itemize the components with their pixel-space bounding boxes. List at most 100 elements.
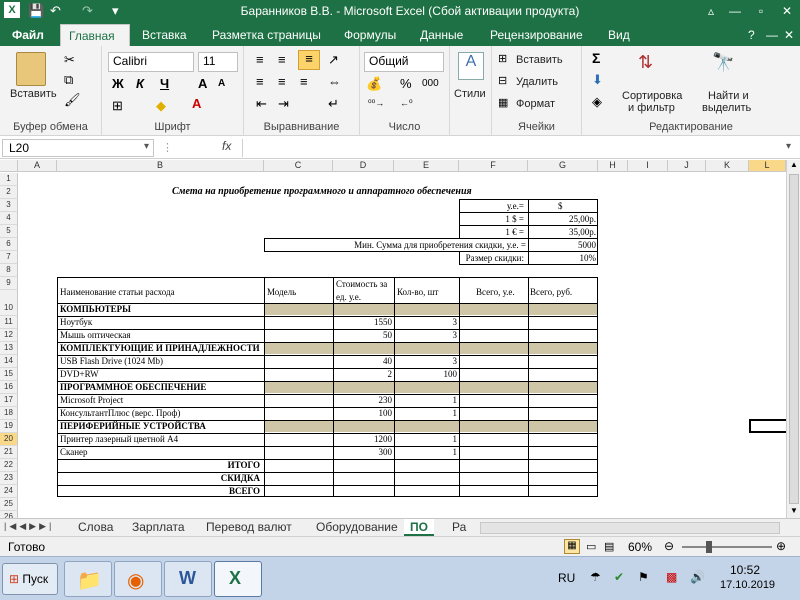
row-header[interactable]: 7 [0, 251, 18, 264]
paste-button[interactable]: Вставить [10, 88, 57, 100]
vertical-scrollbar[interactable]: ▲ ▼ [786, 160, 800, 518]
sheet-tab-software[interactable]: ПО [404, 519, 434, 536]
italic-button[interactable]: К [136, 76, 144, 91]
font-name-combo[interactable]: Calibri [108, 52, 194, 72]
zoom-in-icon[interactable]: ⊕ [776, 539, 786, 553]
insert-function-button[interactable]: fx [222, 139, 231, 153]
formula-input[interactable] [242, 139, 782, 157]
column-header[interactable]: B [57, 160, 264, 172]
sheet-nav-icons[interactable]: |◀◀▶▶| [4, 521, 54, 532]
cut-icon[interactable]: ✂ [64, 52, 75, 68]
fill-icon[interactable]: ⬇ [592, 72, 603, 88]
find-select-label-1[interactable]: Найти и [708, 90, 749, 102]
row-header[interactable]: 11 [0, 316, 18, 329]
row-header[interactable]: 26 [0, 511, 18, 518]
workbook-close-icon[interactable]: ✕ [776, 24, 800, 46]
row-header[interactable]: 25 [0, 498, 18, 511]
clear-icon[interactable]: ◈ [592, 94, 602, 110]
borders-icon[interactable]: ⊞ [112, 98, 123, 114]
row-header[interactable]: 3 [0, 199, 18, 212]
column-header[interactable]: A [18, 160, 57, 172]
row-header[interactable]: 1 [0, 173, 18, 186]
row-header[interactable]: 12 [0, 329, 18, 342]
tab-insert[interactable]: Вставка [134, 24, 195, 46]
zoom-slider-thumb[interactable] [706, 541, 712, 553]
grow-font-icon[interactable]: A [198, 76, 207, 91]
horizontal-scrollbar[interactable] [480, 522, 780, 534]
row-header[interactable]: 4 [0, 212, 18, 225]
tab-page-layout[interactable]: Разметка страницы [204, 24, 329, 46]
row-header[interactable]: 14 [0, 355, 18, 368]
orientation-icon[interactable]: ↗ [328, 52, 339, 68]
scroll-up-icon[interactable]: ▲ [790, 160, 798, 169]
scroll-thumb[interactable] [789, 174, 799, 504]
undo-icon[interactable]: ↶ [50, 3, 61, 19]
worksheet-grid[interactable]: ABCDEFGHIJKL 1 2 3 4 5 6 7 8 9 10 11 12 13 14 15 16 17 18… [0, 160, 786, 518]
currency-format-icon[interactable]: 💰 [366, 76, 382, 92]
name-box-dropdown-icon[interactable]: ▾ [144, 141, 149, 152]
merge-center-icon[interactable]: ⇔ [328, 74, 341, 89]
column-header[interactable]: D [333, 160, 394, 172]
row-header[interactable]: 18 [0, 407, 18, 420]
tray-security-icon[interactable]: ✔ [614, 570, 624, 584]
format-painter-icon[interactable]: 🖌 [64, 92, 81, 108]
row-header[interactable]: 8 [0, 264, 18, 277]
column-header[interactable]: E [394, 160, 459, 172]
row-header[interactable]: 24 [0, 485, 18, 498]
page-layout-view-icon[interactable]: ▭ [586, 540, 596, 553]
increase-indent-icon[interactable]: ⇥ [278, 96, 289, 112]
row-header[interactable]: 6 [0, 238, 18, 251]
taskbar-firefox[interactable]: ◉ [114, 561, 162, 597]
sheet-tab-words[interactable]: Слова [72, 519, 119, 536]
format-cells-button[interactable]: Формат [516, 98, 555, 110]
number-format-combo[interactable]: Общий [364, 52, 444, 72]
align-center-icon[interactable]: ≡ [278, 74, 286, 89]
tray-volume-icon[interactable]: 🔊 [690, 570, 705, 584]
column-header[interactable]: G [528, 160, 598, 172]
row-header[interactable]: 2 [0, 186, 18, 199]
selected-cell-l20[interactable] [749, 419, 786, 433]
sort-filter-label-1[interactable]: Сортировка [622, 90, 682, 102]
sheet-tab-equipment[interactable]: Оборудование [310, 519, 404, 536]
column-header[interactable]: K [706, 160, 749, 172]
align-left-icon[interactable]: ≡ [256, 74, 264, 89]
taskbar-excel[interactable]: X [214, 561, 262, 597]
restore-button[interactable]: ▫ [748, 0, 774, 22]
thousands-separator-button[interactable]: 000 [422, 78, 439, 89]
select-all-corner[interactable] [0, 160, 18, 172]
increase-decimal-icon[interactable]: ⁰⁰→ [368, 98, 384, 109]
column-header[interactable]: I [628, 160, 668, 172]
tray-app-icon[interactable]: ☂ [590, 570, 601, 584]
fill-color-icon[interactable]: ◆ [156, 98, 166, 114]
close-button[interactable]: ✕ [774, 0, 800, 22]
insert-cells-button[interactable]: Вставить [516, 54, 563, 66]
clock-time[interactable]: 10:52 [730, 563, 760, 577]
align-middle-icon[interactable]: ≡ [278, 52, 286, 67]
font-color-icon[interactable]: A [192, 96, 201, 111]
row-header[interactable]: 23 [0, 472, 18, 485]
row-header[interactable]: 15 [0, 368, 18, 381]
taskbar-explorer[interactable]: 📁 [64, 561, 112, 597]
tab-formulas[interactable]: Формулы [336, 24, 404, 46]
find-select-icon[interactable]: 🔭 [712, 52, 734, 73]
row-header[interactable]: 16 [0, 381, 18, 394]
copy-icon[interactable]: ⧉ [64, 72, 73, 88]
row-header[interactable]: 13 [0, 342, 18, 355]
row-header[interactable]: 5 [0, 225, 18, 238]
language-indicator[interactable]: RU [558, 571, 575, 585]
font-size-combo[interactable]: 11 [198, 52, 238, 72]
decrease-indent-icon[interactable]: ⇤ [256, 96, 267, 112]
column-header[interactable]: L [749, 160, 786, 172]
tray-network-icon[interactable]: ▩ [666, 570, 677, 584]
autosum-button[interactable]: Σ [592, 50, 600, 66]
redo-icon[interactable]: ↷ [82, 3, 93, 19]
zoom-out-icon[interactable]: ⊖ [664, 539, 674, 553]
sheet-tab-partial[interactable]: Ра [446, 519, 472, 536]
shrink-font-icon[interactable]: A [218, 78, 225, 89]
sort-filter-icon[interactable]: ⇅ [638, 52, 653, 73]
insert-cells-icon[interactable]: ⊞ [498, 52, 507, 65]
row-header[interactable]: 10 [0, 290, 18, 316]
expand-formula-icon[interactable]: ▾ [786, 141, 791, 152]
scroll-down-icon[interactable]: ▼ [790, 506, 798, 515]
start-button[interactable]: ⊞ Пуск [2, 563, 58, 595]
